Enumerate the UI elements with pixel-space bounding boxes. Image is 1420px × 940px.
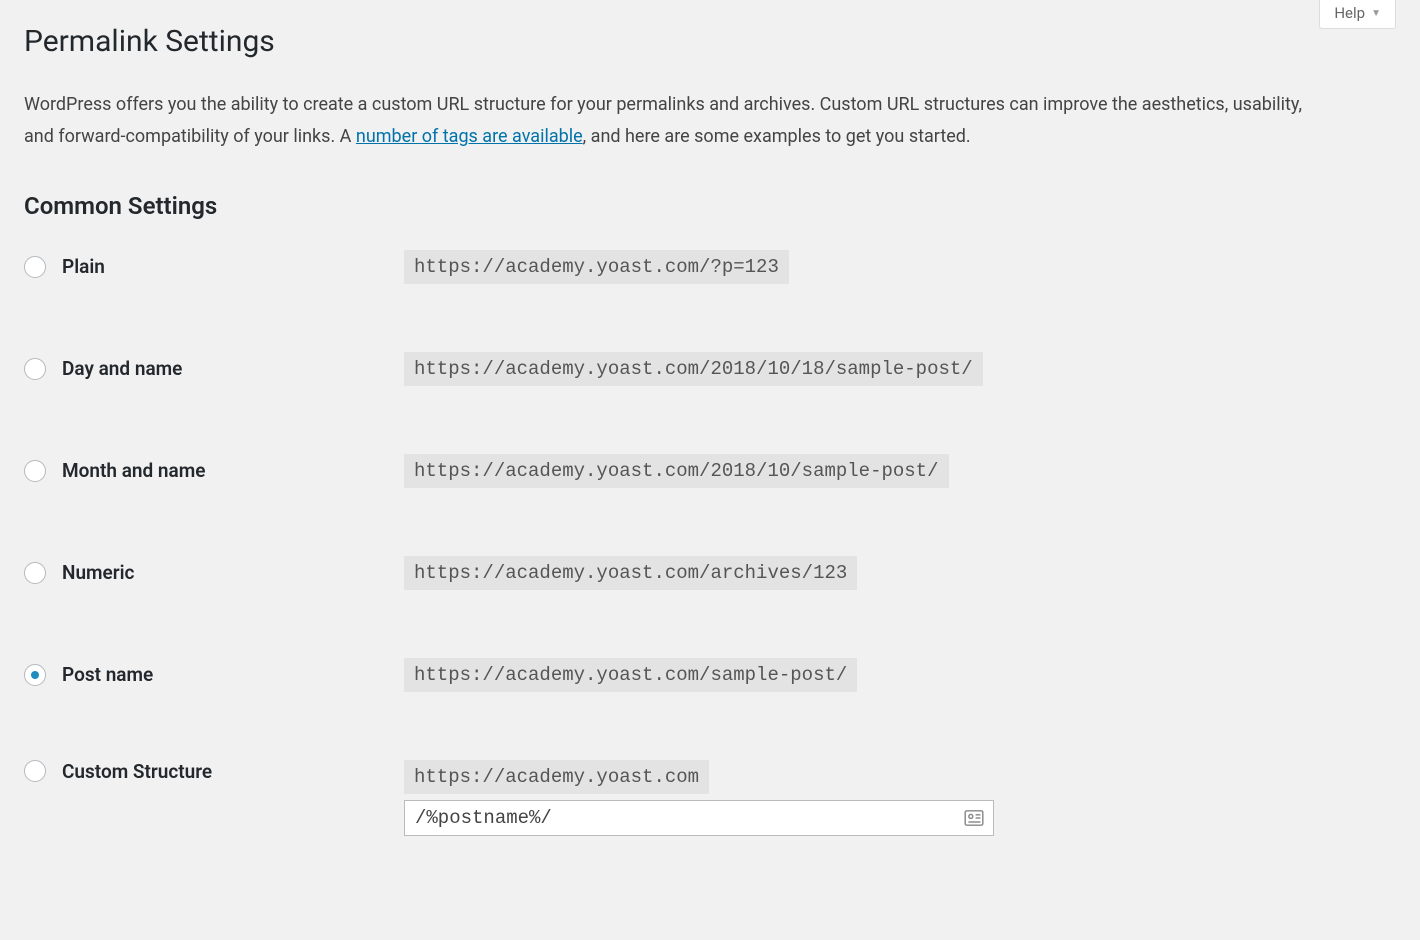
radio-plain[interactable] xyxy=(24,256,46,278)
example-plain: https://academy.yoast.com/?p=123 xyxy=(404,250,789,284)
example-month-name: https://academy.yoast.com/2018/10/sample… xyxy=(404,454,949,488)
option-label-text-plain: Plain xyxy=(62,255,105,278)
custom-base-url: https://academy.yoast.com xyxy=(404,760,709,794)
section-title: Common Settings xyxy=(24,192,1396,220)
option-row-post-name: Post name https://academy.yoast.com/samp… xyxy=(24,658,1396,692)
radio-day-name[interactable] xyxy=(24,358,46,380)
option-row-custom: Custom Structure https://academy.yoast.c… xyxy=(24,760,1396,836)
help-tab[interactable]: Help ▼ xyxy=(1319,0,1396,29)
radio-numeric[interactable] xyxy=(24,562,46,584)
option-label-post-name[interactable]: Post name xyxy=(24,663,404,686)
intro-paragraph: WordPress offers you the ability to crea… xyxy=(24,89,1324,154)
example-post-name: https://academy.yoast.com/sample-post/ xyxy=(404,658,857,692)
option-label-text-post-name: Post name xyxy=(62,663,153,686)
option-label-plain[interactable]: Plain xyxy=(24,255,404,278)
option-label-text-numeric: Numeric xyxy=(62,561,134,584)
option-row-numeric: Numeric https://academy.yoast.com/archiv… xyxy=(24,556,1396,590)
chevron-down-icon: ▼ xyxy=(1371,8,1381,19)
option-label-custom[interactable]: Custom Structure xyxy=(24,760,404,783)
radio-custom[interactable] xyxy=(24,760,46,782)
custom-input-wrap xyxy=(404,800,994,836)
help-tab-label: Help xyxy=(1334,4,1365,22)
custom-structure-area: https://academy.yoast.com xyxy=(404,760,994,836)
option-row-plain: Plain https://academy.yoast.com/?p=123 xyxy=(24,250,1396,284)
option-label-numeric[interactable]: Numeric xyxy=(24,561,404,584)
option-label-text-day-name: Day and name xyxy=(62,357,182,380)
option-label-text-month-name: Month and name xyxy=(62,459,205,482)
radio-month-name[interactable] xyxy=(24,460,46,482)
custom-structure-input[interactable] xyxy=(404,800,994,836)
radio-post-name[interactable] xyxy=(24,664,46,686)
page-title: Permalink Settings xyxy=(24,10,1396,65)
intro-text-2: , and here are some examples to get you … xyxy=(583,126,971,147)
option-row-day-name: Day and name https://academy.yoast.com/2… xyxy=(24,352,1396,386)
example-numeric: https://academy.yoast.com/archives/123 xyxy=(404,556,857,590)
option-label-month-name[interactable]: Month and name xyxy=(24,459,404,482)
tags-available-link[interactable]: number of tags are available xyxy=(356,126,583,147)
option-label-text-custom: Custom Structure xyxy=(62,760,212,783)
option-label-day-name[interactable]: Day and name xyxy=(24,357,404,380)
option-row-month-name: Month and name https://academy.yoast.com… xyxy=(24,454,1396,488)
example-day-name: https://academy.yoast.com/2018/10/18/sam… xyxy=(404,352,983,386)
